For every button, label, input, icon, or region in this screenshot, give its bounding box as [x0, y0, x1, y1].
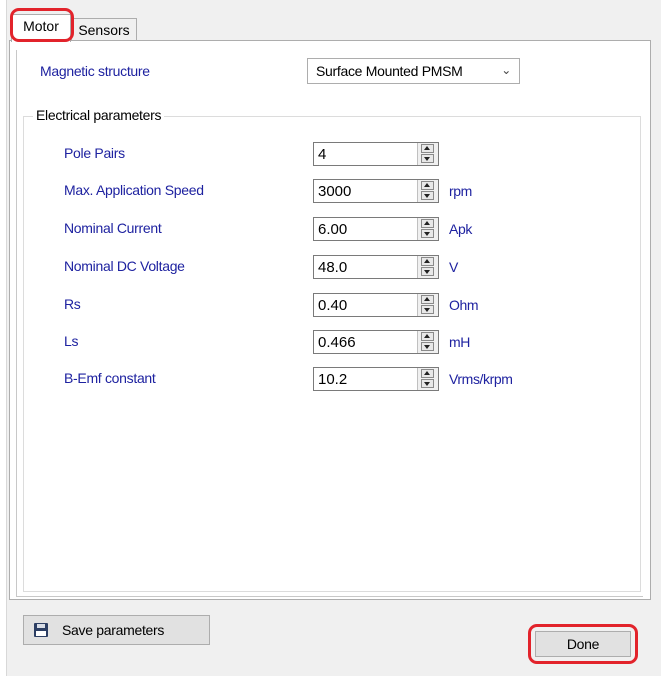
magnetic-structure-value: Surface Mounted PMSM: [316, 63, 463, 79]
spin-down-icon[interactable]: [421, 229, 434, 238]
max-speed-stepper[interactable]: 3000: [313, 179, 439, 203]
param-label-ls: Ls: [64, 333, 79, 349]
spin-down-icon[interactable]: [421, 379, 434, 388]
ls-stepper[interactable]: 0.466: [313, 330, 439, 354]
unit-b-emf-constant: Vrms/krpm: [449, 371, 513, 387]
param-label-nominal-dc-voltage: Nominal DC Voltage: [64, 258, 185, 274]
ls-value[interactable]: 0.466: [318, 334, 356, 351]
spin-down-icon[interactable]: [421, 154, 434, 163]
done-button[interactable]: Done: [535, 631, 631, 657]
electrical-parameters-title: Electrical parameters: [33, 107, 165, 123]
nominal-current-value[interactable]: 6.00: [318, 221, 347, 238]
param-label-b-emf-constant: B-Emf constant: [64, 370, 156, 386]
spin-up-icon[interactable]: [421, 181, 434, 190]
param-label-nominal-current: Nominal Current: [64, 220, 162, 236]
save-parameters-button[interactable]: Save parameters: [23, 615, 210, 645]
spin-down-icon[interactable]: [421, 342, 434, 351]
spin-buttons[interactable]: [417, 143, 438, 165]
rs-value[interactable]: 0.40: [318, 297, 347, 314]
spin-buttons[interactable]: [417, 180, 438, 202]
max-speed-value[interactable]: 3000: [318, 183, 351, 200]
nominal-current-stepper[interactable]: 6.00: [313, 217, 439, 241]
nominal-dc-voltage-value[interactable]: 48.0: [318, 259, 347, 276]
save-parameters-label: Save parameters: [62, 622, 165, 638]
unit-nominal-current: Apk: [449, 221, 472, 237]
spin-buttons[interactable]: [417, 368, 438, 390]
magnetic-structure-label: Magnetic structure: [40, 63, 150, 79]
magnetic-structure-dropdown[interactable]: Surface Mounted PMSM ⌄: [307, 58, 520, 84]
window-left-edge: [0, 0, 7, 676]
spin-up-icon[interactable]: [421, 219, 434, 228]
spin-down-icon[interactable]: [421, 191, 434, 200]
b-emf-constant-stepper[interactable]: 10.2: [313, 367, 439, 391]
b-emf-constant-value[interactable]: 10.2: [318, 371, 347, 388]
param-label-max-speed: Max. Application Speed: [64, 182, 204, 198]
chevron-down-icon: ⌄: [501, 63, 511, 77]
param-label-rs: Rs: [64, 296, 81, 312]
spin-up-icon[interactable]: [421, 144, 434, 153]
param-label-pole-pairs: Pole Pairs: [64, 145, 125, 161]
spin-up-icon[interactable]: [421, 257, 434, 266]
motor-parameters-window: Motor Sensors Magnetic structure Surface…: [0, 0, 661, 676]
tab-motor-highlight: [10, 8, 74, 42]
spin-up-icon[interactable]: [421, 369, 434, 378]
spin-buttons[interactable]: [417, 218, 438, 240]
spin-buttons[interactable]: [417, 256, 438, 278]
floppy-disk-icon: [34, 623, 48, 637]
spin-down-icon[interactable]: [421, 267, 434, 276]
pole-pairs-value[interactable]: 4: [318, 146, 326, 163]
tab-sensors[interactable]: Sensors: [71, 18, 137, 40]
unit-nominal-dc-voltage: V: [449, 259, 458, 275]
spin-up-icon[interactable]: [421, 332, 434, 341]
spin-down-icon[interactable]: [421, 305, 434, 314]
unit-max-speed: rpm: [449, 183, 472, 199]
spin-buttons[interactable]: [417, 294, 438, 316]
unit-rs: Ohm: [449, 297, 479, 313]
nominal-dc-voltage-stepper[interactable]: 48.0: [313, 255, 439, 279]
spin-buttons[interactable]: [417, 331, 438, 353]
spin-up-icon[interactable]: [421, 295, 434, 304]
pole-pairs-stepper[interactable]: 4: [313, 142, 439, 166]
unit-ls: mH: [449, 334, 470, 350]
rs-stepper[interactable]: 0.40: [313, 293, 439, 317]
